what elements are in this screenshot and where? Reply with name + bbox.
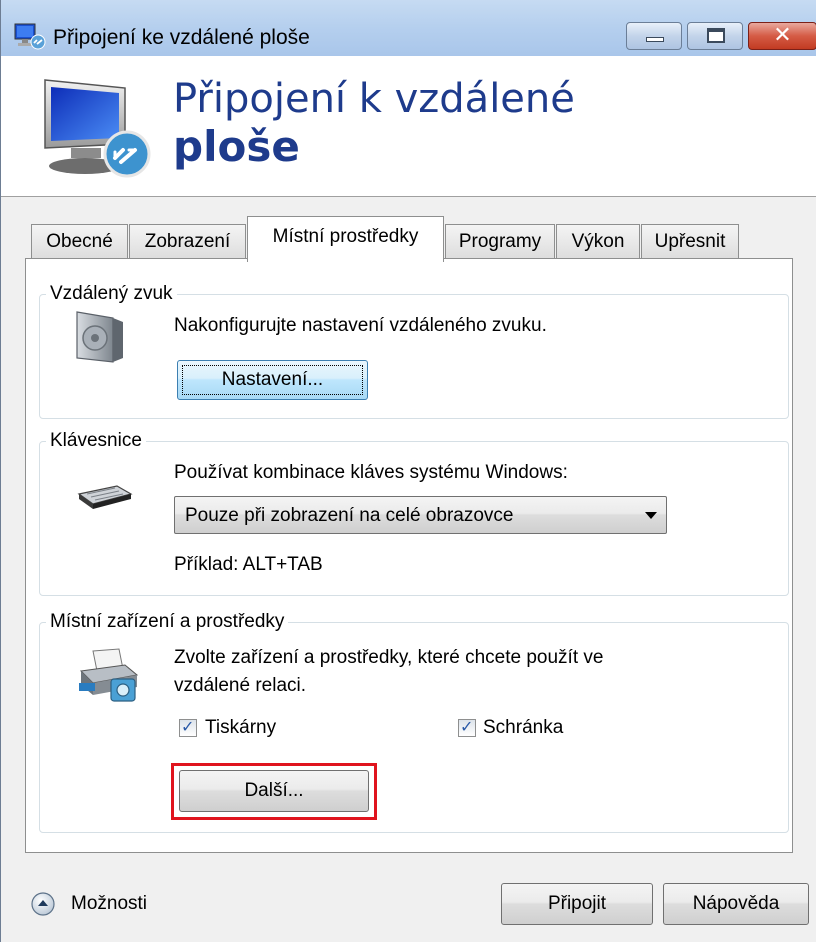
options-expand-icon[interactable] xyxy=(31,892,55,916)
rdp-window: Připojení ke vzdálené ploše ✕ Připojení … xyxy=(0,0,816,942)
group-legend-keyboard: Klávesnice xyxy=(50,430,142,451)
window-title: Připojení ke vzdálené ploše xyxy=(53,26,310,49)
clipboard-checkbox[interactable]: ✓ xyxy=(458,717,476,737)
printers-checkbox[interactable]: ✓ xyxy=(179,717,197,737)
clipboard-label[interactable]: Schránka xyxy=(483,717,563,739)
minimize-button[interactable] xyxy=(626,22,682,50)
header-banner: Připojení k vzdálené ploše xyxy=(1,56,816,197)
remote-desktop-monitor-icon xyxy=(44,79,151,178)
banner-title-bold: ploše xyxy=(173,122,300,171)
annotation-highlight-box xyxy=(171,763,377,820)
audio-description: Nakonfigurujte nastavení vzdáleného zvuk… xyxy=(174,315,547,336)
banner-title: Připojení k vzdálené xyxy=(173,76,575,122)
group-remote-audio: Vzdálený zvuk xyxy=(39,283,789,419)
focus-rectangle xyxy=(182,365,363,395)
devices-description-line1: Zvolte zařízení a prostředky, které chce… xyxy=(174,647,604,668)
keyboard-combination-label: Používat kombinace kláves systému Window… xyxy=(174,462,568,483)
tab-local-resources[interactable]: Místní prostředky xyxy=(247,216,444,262)
close-button[interactable]: ✕ xyxy=(748,22,816,50)
keyboard-example: Příklad: ALT+TAB xyxy=(174,554,323,575)
speaker-icon xyxy=(76,311,123,363)
printers-label[interactable]: Tiskárny xyxy=(205,717,276,739)
group-legend-devices: Místní zařízení a prostředky xyxy=(50,611,285,632)
help-button-label: Nápověda xyxy=(692,893,780,914)
keyboard-combination-dropdown[interactable]: Pouze při zobrazení na celé obrazovce xyxy=(174,496,667,534)
minimize-icon xyxy=(646,37,664,42)
maximize-icon xyxy=(707,28,725,43)
checkmark-icon: ✓ xyxy=(460,717,474,736)
maximize-button[interactable] xyxy=(687,22,743,50)
tab-general[interactable]: Obecné xyxy=(31,224,128,259)
close-icon: ✕ xyxy=(773,23,792,48)
tab-experience[interactable]: Výkon xyxy=(556,224,640,259)
keyboard-combination-selected: Pouze při zobrazení na celé obrazovce xyxy=(185,505,514,526)
keyboard-icon xyxy=(77,485,133,509)
audio-settings-button[interactable]: Nastavení... xyxy=(177,360,368,400)
tab-advanced[interactable]: Upřesnit xyxy=(641,224,739,259)
connect-button-label: Připojit xyxy=(547,893,607,914)
tab-display[interactable]: Zobrazení xyxy=(129,224,246,259)
devices-description-line2: vzdálené relaci. xyxy=(174,675,307,696)
remote-desktop-icon xyxy=(14,23,46,50)
tab-programs[interactable]: Programy xyxy=(445,224,555,259)
chevron-down-icon xyxy=(645,512,657,519)
title-bar[interactable]: Připojení ke vzdálené ploše ✕ xyxy=(1,0,816,56)
printer-camera-icon xyxy=(79,648,139,702)
checkmark-icon: ✓ xyxy=(181,717,195,736)
group-local-devices: Místní zařízení a prostředky xyxy=(39,611,789,833)
connect-button[interactable]: Připojit xyxy=(501,883,653,925)
help-button[interactable]: Nápověda xyxy=(663,883,809,925)
group-legend-audio: Vzdálený zvuk xyxy=(50,283,173,304)
options-label[interactable]: Možnosti xyxy=(71,893,147,915)
